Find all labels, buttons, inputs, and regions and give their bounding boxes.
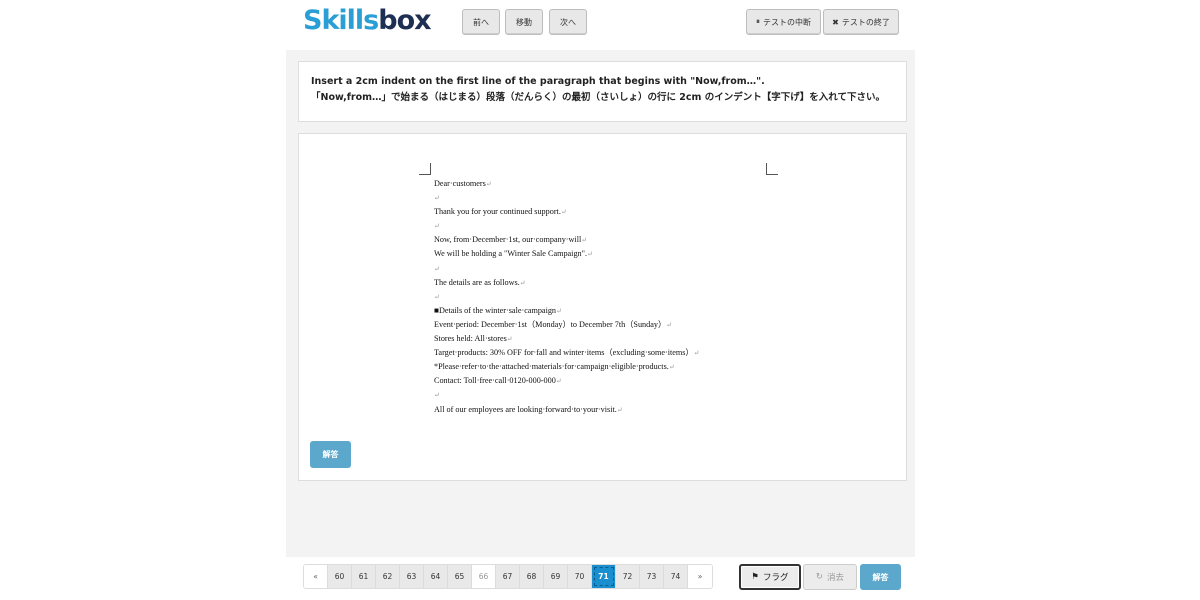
flag-button[interactable]: ⚑ フラグ bbox=[739, 564, 801, 590]
prev-button-label: 前へ bbox=[473, 17, 489, 27]
document-line[interactable]: The details are as follows.↵ bbox=[434, 276, 774, 290]
app-root: Skillsbox 前へ 移動 次へ ⏸ テストの中断 ✖ テストの終了 Ins… bbox=[286, 0, 915, 600]
flag-button-label: フラグ bbox=[763, 573, 789, 583]
paragraph-mark-icon: ↵ bbox=[616, 405, 623, 414]
paragraph-mark-icon: ↵ bbox=[668, 363, 675, 372]
document-line-text: Dear·customers bbox=[434, 179, 486, 188]
pager-prev-button[interactable]: « bbox=[304, 565, 328, 588]
document-line[interactable]: ■Details of the winter·sale·campaign↵ bbox=[434, 304, 774, 318]
answer-footer-label: 解答 bbox=[872, 572, 889, 582]
pause-icon: ⏸ bbox=[756, 17, 760, 26]
footer: «60 61 62 63 64 65 66 67 68 69 70 71 72 73 74» ⚑ フラグ ↻… bbox=[286, 557, 915, 600]
pause-test-label: テストの中断 bbox=[763, 17, 811, 27]
document-line[interactable]: Dear·customers↵ bbox=[434, 177, 774, 191]
paragraph-mark-icon: ↵ bbox=[485, 180, 492, 188]
page-corner-left-icon bbox=[419, 163, 431, 175]
document-line[interactable]: We will be holding a "Winter Sale Campai… bbox=[434, 247, 774, 261]
paragraph-mark-icon: ↵ bbox=[506, 335, 513, 344]
document-line-text: All of our employees are looking·forward… bbox=[434, 404, 617, 414]
answer-footer-button[interactable]: 解答 bbox=[860, 564, 901, 590]
document-line[interactable]: Thank you for your continued support.↵ bbox=[434, 205, 774, 219]
paragraph-mark-icon: ↵ bbox=[556, 306, 562, 315]
document-line[interactable]: ↵ bbox=[434, 262, 774, 276]
document-body[interactable]: Dear·customers↵ ↵ Thank you for your conti… bbox=[434, 177, 774, 417]
paragraph-mark-icon: ↵ bbox=[434, 391, 440, 400]
prev-button[interactable]: 前へ bbox=[462, 9, 500, 35]
pager-page-button[interactable]: 61 bbox=[352, 565, 376, 588]
clear-button[interactable]: ↻ 消去 bbox=[803, 564, 857, 590]
pager-page-button[interactable]: 68 bbox=[520, 565, 544, 588]
end-test-button[interactable]: ✖ テストの終了 bbox=[823, 9, 899, 35]
answer-button[interactable]: 解答 bbox=[310, 441, 351, 468]
paragraph-mark-icon: ↵ bbox=[693, 349, 700, 358]
document-line-text: Now, from·December·1st, our·company·will bbox=[434, 235, 582, 245]
document-line-text: Thank you for your continued support. bbox=[434, 207, 561, 217]
document-line[interactable]: *Please·refer·to·the·attached·materials·… bbox=[434, 360, 774, 374]
paragraph-mark-icon: ↵ bbox=[560, 208, 567, 217]
document-line-text: Target·products: 30% OFF for·fall and wi… bbox=[434, 348, 694, 358]
skillsbox-logo: Skillsbox bbox=[303, 5, 432, 37]
move-button[interactable]: 移動 bbox=[505, 9, 543, 35]
pager-page-button[interactable]: 67 bbox=[496, 565, 520, 588]
question-pager: «60 61 62 63 64 65 66 67 68 69 70 71 72 73 74» bbox=[303, 564, 713, 589]
document-line-text: The details are as follows. bbox=[434, 277, 520, 287]
document-line[interactable]: Now, from·December·1st, our·company·will… bbox=[434, 233, 774, 247]
document-line-text: *Please·refer·to·the·attached·materials·… bbox=[434, 362, 669, 372]
logo-box: box bbox=[378, 5, 431, 36]
pager-page-button[interactable]: 73 bbox=[640, 565, 664, 588]
document-line[interactable]: Event·period: December·1st（Monday）to Dec… bbox=[434, 318, 774, 332]
paragraph-mark-icon: ↵ bbox=[666, 320, 673, 329]
pager-page-button[interactable]: 70 bbox=[568, 565, 592, 588]
paragraph-mark-icon: ↵ bbox=[434, 194, 440, 203]
document-line[interactable]: All of our employees are looking·forward… bbox=[434, 403, 774, 417]
flag-icon: ⚑ bbox=[751, 572, 760, 582]
paragraph-mark-icon: ↵ bbox=[555, 377, 562, 386]
document-line[interactable]: ↵ bbox=[434, 388, 774, 402]
clear-button-label: 消去 bbox=[827, 573, 845, 583]
pager-next-button[interactable]: » bbox=[688, 565, 712, 588]
paragraph-mark-icon: ↵ bbox=[587, 250, 593, 259]
paragraph-mark-icon: ↵ bbox=[581, 236, 588, 245]
pager-page-button[interactable]: 72 bbox=[616, 565, 640, 588]
question-text-en: Insert a 2cm indent on the first line of… bbox=[311, 76, 765, 87]
document-line-text: ■Details of the winter·sale·campaign bbox=[434, 305, 557, 315]
document-line[interactable]: Stores held: All·stores↵ bbox=[434, 332, 774, 346]
document-line[interactable]: ↵ bbox=[434, 290, 774, 304]
pager-page-button[interactable]: 63 bbox=[400, 565, 424, 588]
paragraph-mark-icon: ↵ bbox=[434, 264, 440, 273]
pager-page-button[interactable]: 60 bbox=[328, 565, 352, 588]
document-line[interactable]: Contact: Toll·free·call·0120-000-000↵ bbox=[434, 374, 774, 388]
paragraph-mark-icon: ↵ bbox=[434, 292, 440, 301]
answer-button-label: 解答 bbox=[322, 450, 339, 459]
refresh-icon: ↻ bbox=[815, 572, 824, 582]
close-icon: ✖ bbox=[832, 17, 839, 27]
question-text-ja: 「Now,from…」で始まる（はじまる）段落（だんらく）の最初（さいしょ）の行… bbox=[311, 92, 885, 103]
pager-page-button[interactable]: 64 bbox=[424, 565, 448, 588]
paragraph-mark-icon: ↵ bbox=[519, 278, 526, 287]
page-corner-right-icon bbox=[766, 163, 778, 175]
document-line[interactable]: Target·products: 30% OFF for·fall and wi… bbox=[434, 346, 774, 360]
document-line[interactable]: ↵ bbox=[434, 219, 774, 233]
document-line[interactable]: ↵ bbox=[434, 191, 774, 205]
pause-test-button[interactable]: ⏸ テストの中断 bbox=[746, 9, 821, 35]
document-line-text: We will be holding a "Winter Sale Campai… bbox=[434, 249, 588, 259]
pager-page-button[interactable]: 66 bbox=[472, 565, 496, 588]
pager-page-button[interactable]: 62 bbox=[376, 565, 400, 588]
document-workarea[interactable]: Dear·customers↵ ↵ Thank you for your conti… bbox=[298, 133, 907, 481]
pager-page-button[interactable]: 69 bbox=[544, 565, 568, 588]
logo-skills: Skills bbox=[303, 5, 379, 36]
next-button[interactable]: 次へ bbox=[549, 9, 587, 35]
document-line-text: Event·period: December·1st（Monday）to Dec… bbox=[434, 319, 667, 329]
pager-page-button[interactable]: 74 bbox=[664, 565, 688, 588]
document-line-text: Contact: Toll·free·call·0120-000-000 bbox=[434, 376, 556, 386]
next-button-label: 次へ bbox=[560, 17, 576, 27]
move-button-label: 移動 bbox=[516, 17, 532, 27]
question-box: Insert a 2cm indent on the first line of… bbox=[298, 61, 907, 122]
header: Skillsbox 前へ 移動 次へ ⏸ テストの中断 ✖ テストの終了 bbox=[286, 0, 915, 50]
document-line-text: Stores held: All·stores bbox=[434, 334, 507, 344]
paragraph-mark-icon: ↵ bbox=[434, 222, 440, 231]
pager-page-button[interactable]: 65 bbox=[448, 565, 472, 588]
pager-page-button[interactable]: 71 bbox=[592, 565, 616, 588]
end-test-label: テストの終了 bbox=[841, 17, 890, 27]
